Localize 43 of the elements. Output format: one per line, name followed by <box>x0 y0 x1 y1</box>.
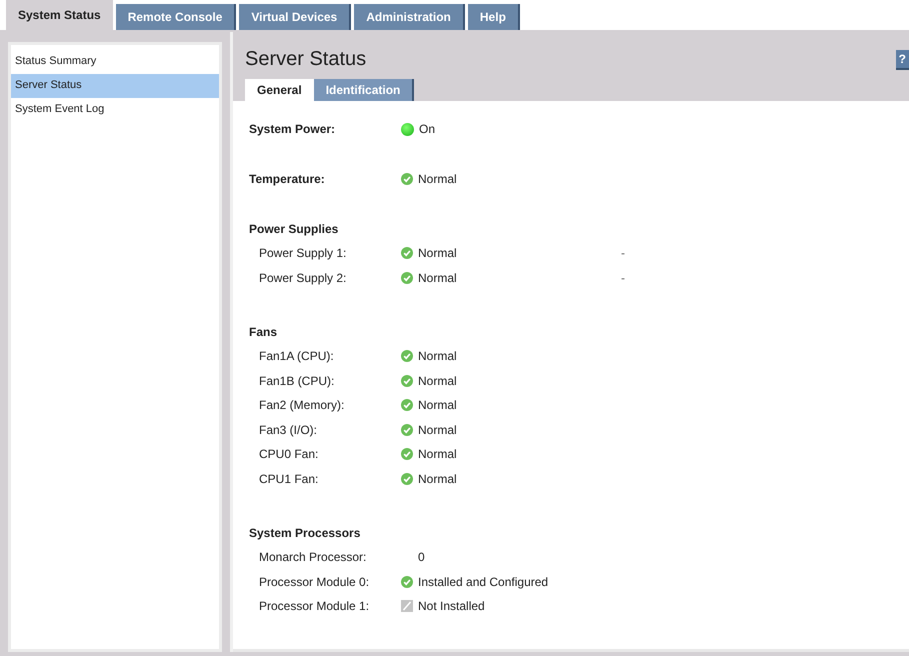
status-label: CPU1 Fan: <box>258 472 320 486</box>
status-label: Processor Module 1: <box>258 599 370 614</box>
nav-tab[interactable]: System Status <box>6 0 113 30</box>
status-value: Normal <box>418 270 457 285</box>
status-label: Fan2 (Memory): <box>258 398 346 412</box>
status-label: Temperature: <box>249 172 326 186</box>
status-label: Power Supply 2: <box>258 270 348 285</box>
status-value: Not Installed <box>418 599 485 614</box>
status-label: Processor Module 0: <box>258 574 370 589</box>
status-value: Normal <box>418 422 457 437</box>
sidebar-item[interactable]: Status Summary <box>11 50 219 74</box>
status-label: Fan1B (CPU): <box>258 374 336 388</box>
status-label: Monarch Processor: <box>258 550 368 564</box>
status-value: Normal <box>418 349 457 364</box>
section-heading: System Processors <box>249 525 362 542</box>
status-value: Normal <box>418 374 457 388</box>
status-value: 0 <box>418 550 425 564</box>
detail-value: - <box>621 270 625 285</box>
status-value: On <box>419 122 436 136</box>
help-button[interactable]: ? <box>896 50 909 70</box>
status-value: Normal <box>418 447 457 462</box>
status-label: System Power: <box>249 122 336 136</box>
page-title: Server Status <box>245 48 366 71</box>
detail-value: - <box>621 246 625 260</box>
nav-tab[interactable]: Virtual Devices <box>239 4 352 30</box>
section-heading: Fans <box>249 324 278 341</box>
status-value: Normal <box>418 398 457 412</box>
sidebar-item[interactable]: Server Status <box>11 74 219 98</box>
status-value: Normal <box>418 472 457 486</box>
status-label: CPU0 Fan: <box>258 447 320 462</box>
status-value: Normal <box>418 246 457 260</box>
status-label: Power Supply 1: <box>258 246 348 260</box>
nav-tab[interactable]: Administration <box>354 4 465 30</box>
status-label: Fan3 (I/O): <box>258 422 318 437</box>
nav-tab[interactable]: Help <box>468 4 520 30</box>
status-value: Installed and Configured <box>418 574 548 589</box>
page-tab[interactable]: General <box>245 79 314 101</box>
page-tab[interactable]: Identification <box>314 79 414 101</box>
sidebar-item[interactable]: System Event Log <box>11 98 219 122</box>
status-value: Normal <box>418 172 457 186</box>
status-label: Fan1A (CPU): <box>258 349 335 364</box>
section-heading: Power Supplies <box>249 221 340 238</box>
nav-tab[interactable]: Remote Console <box>116 4 236 30</box>
